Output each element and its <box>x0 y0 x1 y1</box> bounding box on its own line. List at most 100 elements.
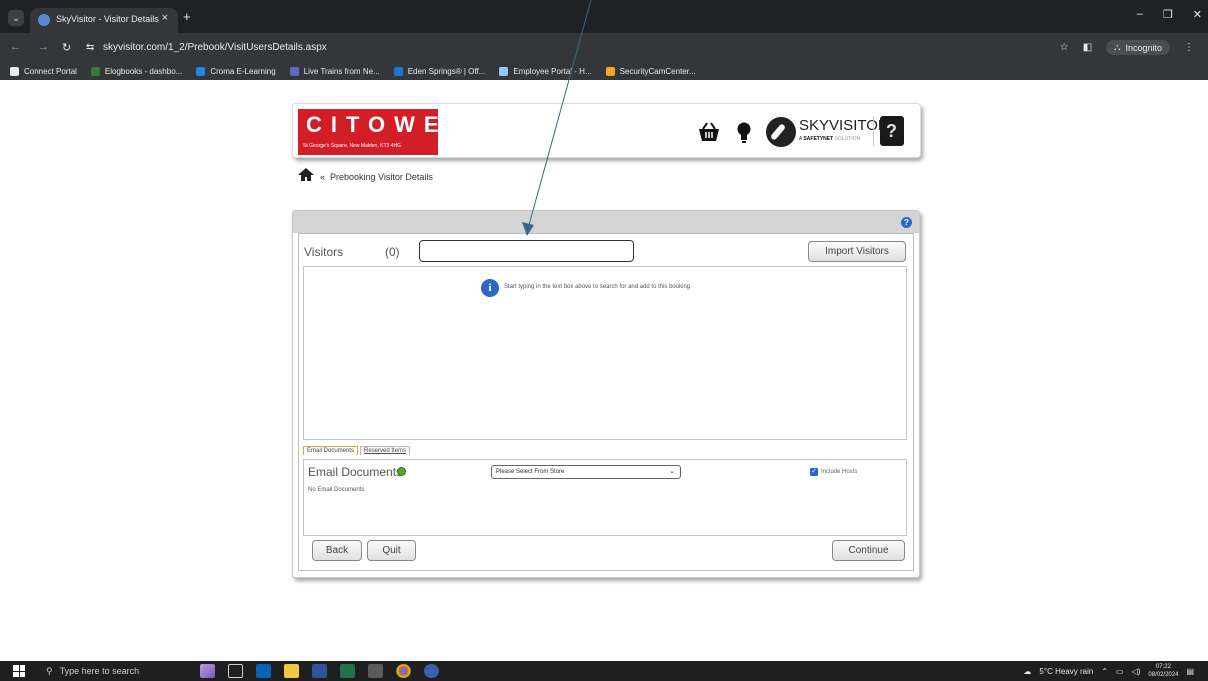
bookmark-favicon-icon <box>90 66 100 76</box>
taskbar-apps <box>200 664 439 678</box>
close-window-icon[interactable]: ✕ <box>1193 8 1202 21</box>
skyvisitor-favicon-icon <box>38 14 50 26</box>
back-arrow-icon[interactable]: ← <box>10 41 21 53</box>
include-hosts-checkbox[interactable]: ✓ <box>810 468 818 476</box>
chevron-down-icon: ⌄ <box>669 468 675 475</box>
clock-date: 08/02/2024 <box>1148 672 1179 678</box>
documents-tabs: Email Documents Reserved Items <box>303 446 411 455</box>
address-bar-row: ← → ↻ ⇆ skyvisitor.com/1_2/Prebook/Visit… <box>0 33 1208 62</box>
chrome-icon[interactable] <box>396 664 411 678</box>
bookmark-item[interactable]: Elogbooks - dashbo... <box>90 66 183 76</box>
basket-icon[interactable] <box>698 122 720 147</box>
logo-address: St George's Square, New Malden, KT3 4HG <box>303 143 401 149</box>
browser-menu-icon[interactable]: ⋮ <box>1184 42 1194 53</box>
bookmark-item[interactable]: Croma E-Learning <box>196 66 276 76</box>
include-hosts-label: Include Hosts <box>821 469 858 475</box>
system-tray: ☁ 5°C Heavy rain ⌃ ▭ ◁) 07:22 08/02/2024… <box>1023 663 1194 679</box>
breadcrumb: « Prebooking Visitor Details <box>297 167 433 186</box>
quit-button[interactable]: Quit <box>367 540 416 561</box>
email-documents-section: Email Documents No Email Documents Pleas… <box>303 459 907 536</box>
outlook-icon[interactable] <box>256 664 271 678</box>
taskbar-search[interactable]: ⚲ Type here to search <box>40 661 195 681</box>
add-document-icon[interactable] <box>397 467 406 476</box>
decorative-app-icon[interactable] <box>200 664 215 678</box>
windows-taskbar: ⚲ Type here to search ☁ 5°C Heavy rain ⌃… <box>0 661 1208 681</box>
bookmark-item[interactable]: Eden Springs® | Off... <box>393 66 485 76</box>
info-icon: i <box>481 279 499 297</box>
browser-toolbar-right: ☆ ◧ ⛬ Incognito ⋮ <box>1060 40 1194 55</box>
minimize-icon[interactable]: – <box>1137 8 1143 21</box>
bookmark-favicon-icon <box>289 66 299 76</box>
visitors-label: Visitors <box>304 245 344 259</box>
site-header: CITOWER St George's Square, New Malden, … <box>292 103 921 158</box>
continue-button[interactable]: Continue <box>832 540 905 561</box>
forward-arrow-icon[interactable]: → <box>38 41 49 53</box>
user-avatar-icon[interactable] <box>880 116 904 146</box>
pen-app-icon[interactable] <box>368 664 383 678</box>
header-divider <box>873 116 874 146</box>
bookmark-label: Elogbooks - dashbo... <box>104 66 183 76</box>
bookmark-label: Live Trains from Ne... <box>303 66 380 76</box>
maximize-icon[interactable]: ❐ <box>1163 8 1173 21</box>
back-button[interactable]: Back <box>312 540 362 561</box>
visitor-details-panel: ? Visitors (0) Import Visitors i Start t… <box>292 210 920 578</box>
visitor-search-input[interactable] <box>419 240 634 262</box>
tab-reserved-items[interactable]: Reserved Items <box>360 446 411 455</box>
bookmark-item[interactable]: Live Trains from Ne... <box>289 66 380 76</box>
store-select[interactable]: Please Select From Store ⌄ <box>491 465 681 479</box>
bookmark-item[interactable]: Employee Portal - H... <box>499 66 592 76</box>
bookmark-favicon-icon <box>196 66 206 76</box>
visitors-count: (0) <box>385 245 400 259</box>
browser-tab[interactable]: SkyVisitor - Visitor Details × <box>30 8 178 33</box>
side-panel-icon[interactable]: ◧ <box>1083 42 1092 53</box>
brand-subtitle: A SAFETYNET SOLUTION <box>799 136 861 142</box>
excel-icon[interactable] <box>340 664 355 678</box>
skyvisitor-logo-icon <box>766 117 796 147</box>
visitor-list: i Start typing in the text box above to … <box>303 266 907 440</box>
bookmark-star-icon[interactable]: ☆ <box>1060 42 1069 53</box>
volume-icon[interactable]: ◁) <box>1132 667 1141 676</box>
reload-icon[interactable]: ↻ <box>62 41 71 54</box>
include-hosts-option[interactable]: ✓ Include Hosts <box>810 468 857 476</box>
skyvisitor-app-icon[interactable] <box>424 664 439 678</box>
bookmark-favicon-icon <box>605 66 615 76</box>
incognito-icon: ⛬ <box>1114 42 1121 52</box>
tab-close-icon[interactable]: × <box>162 12 168 24</box>
new-tab-button[interactable]: + <box>183 9 191 24</box>
search-icon: ⚲ <box>46 665 53 676</box>
site-info-icon[interactable]: ⇆ <box>86 42 94 53</box>
bookmark-item[interactable]: Connect Portal <box>10 66 77 76</box>
home-icon[interactable] <box>297 167 315 186</box>
word-icon[interactable] <box>312 664 327 678</box>
citower-logo[interactable]: CITOWER St George's Square, New Malden, … <box>298 109 463 155</box>
email-documents-title: Email Documents <box>308 465 403 479</box>
help-icon[interactable]: ? <box>901 217 912 228</box>
breadcrumb-current-page: Prebooking Visitor Details <box>330 171 433 182</box>
import-visitors-button[interactable]: Import Visitors <box>808 241 906 262</box>
store-select-value: Please Select From Store <box>496 469 565 475</box>
taskbar-clock[interactable]: 07:22 08/02/2024 <box>1148 663 1178 679</box>
bookmark-label: Connect Portal <box>24 66 77 76</box>
tab-list-button[interactable]: ⌄ <box>8 10 24 26</box>
windows-start-icon[interactable] <box>13 665 25 677</box>
logo-text: CITOWER <box>306 112 473 137</box>
notifications-icon[interactable]: ▤ <box>1186 667 1194 676</box>
tray-overflow-icon[interactable]: ⌃ <box>1101 667 1108 676</box>
lightbulb-icon[interactable] <box>737 122 751 149</box>
bookmark-favicon-icon <box>393 66 403 76</box>
network-icon[interactable]: ▭ <box>1116 667 1124 676</box>
breadcrumb-separator: « <box>320 171 326 182</box>
tab-email-documents[interactable]: Email Documents <box>303 446 359 455</box>
bookmark-label: SecurityCamCenter... <box>619 66 696 76</box>
bookmark-favicon-icon <box>10 66 19 76</box>
weather-icon: ☁ <box>1023 666 1032 676</box>
bookmark-favicon-icon <box>499 66 509 76</box>
task-view-icon[interactable] <box>228 664 243 678</box>
url-field[interactable]: skyvisitor.com/1_2/Prebook/VisitUsersDet… <box>103 42 327 53</box>
window-controls: – ❐ ✕ <box>1137 8 1202 21</box>
bookmark-label: Employee Portal - H... <box>513 66 592 76</box>
weather-text[interactable]: 5°C Heavy rain <box>1039 667 1093 676</box>
file-explorer-icon[interactable] <box>284 664 299 678</box>
bookmark-item[interactable]: SecurityCamCenter... <box>605 66 696 76</box>
incognito-badge[interactable]: ⛬ Incognito <box>1106 40 1170 55</box>
